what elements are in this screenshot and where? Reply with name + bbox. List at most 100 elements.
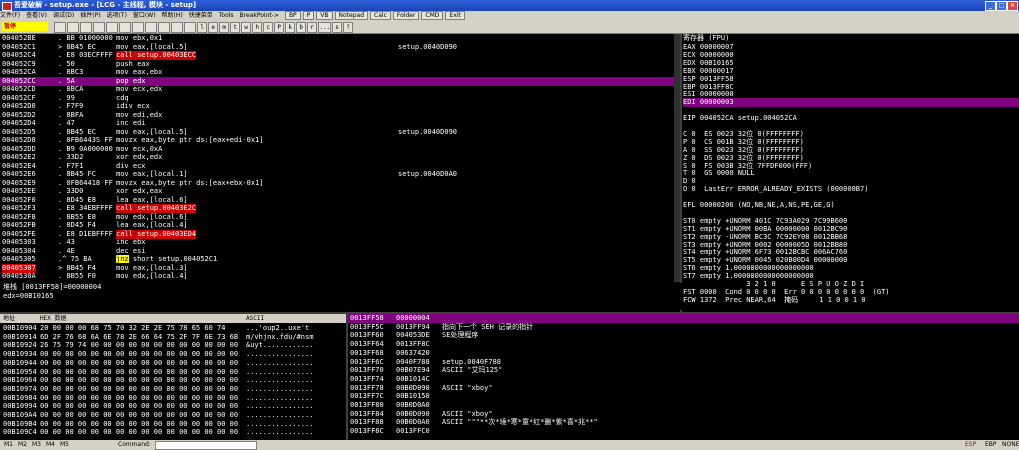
stack-address: 0013FF88 [350,418,384,427]
stack-row[interactable]: 0013FF60 004053DE SE处理程序 [348,331,1019,340]
window-button[interactable]: b [296,22,307,33]
stack-value: 00B0D0A0 [396,401,430,409]
disassembly-pane[interactable]: 004052BE. BB 01000000 mov ebx,0x1 004052C1… [0,34,680,282]
memory-tab[interactable]: M1 [4,440,13,450]
stack-row[interactable]: 0013FF70 00B07E94 ASCII "艾玛125" [348,366,1019,375]
tool-button[interactable]: BP [284,11,301,20]
stack-row[interactable]: 0013FF74 00B1014C [348,375,1019,384]
run-to-return-icon[interactable] [171,22,184,33]
dump-row[interactable]: 00B10964 00 00 00 00 00 00 00 00 00 00 00… [0,376,346,385]
dump-col-address[interactable]: 地址 [3,314,15,323]
dump-row[interactable]: 00B10924 26 75 79 74 00 00 00 00 00 00 00… [0,341,346,350]
window-button[interactable]: s [332,22,343,33]
menu-item[interactable]: 快捷菜单 [189,12,213,19]
stack-row[interactable]: 0013FF7C 00B10150 [348,392,1019,401]
registers-pane[interactable]: 寄存器 (FPU) EAX 00000007 ECX 00000000 EDX 00… [683,34,1019,314]
window-button[interactable]: c [263,22,274,33]
dump-row[interactable]: 00B109A4 00 00 00 00 00 00 00 00 00 00 00… [0,411,346,420]
dump-row[interactable]: 00B10984 00 00 00 00 00 00 00 00 00 00 00… [0,394,346,403]
status-esp[interactable]: ESP [965,440,976,450]
menu-item[interactable]: 查看(V) [26,12,47,19]
stack-row[interactable]: 0013FF78 00B0D090 ASCII "xboy" [348,384,1019,393]
stack-row[interactable]: 0013FF6C 0040F788 setup.0040F788 [348,358,1019,367]
stack-pane[interactable]: 0013FF58 00000004 0013FF5C 0013FF94 指向下一个 SE… [348,314,1019,440]
window-button[interactable]: h [252,22,263,33]
open-icon[interactable] [54,22,67,33]
dump-row[interactable]: 00B10994 00 00 00 00 00 00 00 00 00 00 00… [0,402,346,411]
status-ebp[interactable]: EBP [985,440,997,450]
dump-row[interactable]: 00B109C4 00 00 00 00 00 00 00 00 00 00 00… [0,428,346,437]
minimize-button[interactable]: _ [985,1,996,11]
menu-item[interactable]: 插件(P) [80,12,100,19]
dump-ascii: ................ [246,411,314,419]
memory-tab[interactable]: M2 [18,440,27,450]
menu-item[interactable]: 选项(T) [107,12,127,19]
dump-hex: 00 00 00 00 00 00 00 00 00 00 00 00 00 0… [40,384,239,393]
stack-address: 0013FF64 [350,340,384,349]
window-button[interactable]: P [274,22,285,33]
tool-button[interactable]: CMD [421,11,444,20]
menu-item[interactable]: BreakPoint-> [240,12,279,19]
close-button[interactable]: × [1007,1,1018,11]
disasm-row[interactable]: 0040530A . 8B55 F0 mov edx,[local.4] [0,272,680,281]
stack-value: 0013FFC0 [396,427,430,436]
window-button[interactable]: k [285,22,296,33]
dump-ascii: ................ [246,367,314,376]
stack-row[interactable]: 0013FF80 00B0D0A0 [348,401,1019,410]
tool-button[interactable]: Exit [445,11,465,20]
menu-item[interactable]: 帮助(H) [162,12,183,19]
window-button[interactable]: e [208,22,219,33]
command-input[interactable] [155,441,257,450]
dump-row[interactable]: 00B10904 20 00 00 00 68 75 70 32 2E 2E 75… [0,324,346,333]
dump-row[interactable]: 00B10954 00 00 00 00 00 00 00 00 00 00 00… [0,368,346,377]
window-button[interactable]: m [219,22,230,33]
memory-tab[interactable]: M4 [46,440,55,450]
memory-tab[interactable]: M5 [60,440,69,450]
window-button[interactable]: l [197,22,208,33]
dump-row[interactable]: 00B10944 00 00 00 00 00 00 00 00 00 00 00… [0,359,346,368]
window-button[interactable]: t [230,22,241,33]
tool-button[interactable]: Notepad [334,11,369,20]
trace-over-icon[interactable] [158,22,171,33]
register-line[interactable]: FCW 1372 Prec NEAR,64 掩码 1 1 0 0 1 0 [683,296,1019,305]
close-icon[interactable] [80,22,93,33]
dump-hex: 00 00 00 00 00 00 00 00 00 00 00 00 00 0… [40,393,239,402]
memory-dump-pane[interactable]: 地址 HEX 数据 ASCII 00B10904 20 00 00 00 68 7… [0,314,346,440]
step-over-icon[interactable] [132,22,145,33]
menu-item[interactable]: 调试(D) [53,12,74,19]
dump-row[interactable]: 00B10934 00 00 00 00 00 00 00 00 00 00 00… [0,350,346,359]
stack-row[interactable]: 0013FF58 00000004 [348,314,1019,323]
tool-button[interactable]: VB [316,11,333,20]
maximize-button[interactable]: □ [996,1,1007,11]
tool-button[interactable]: P [302,11,315,20]
status-none[interactable]: NONE [1002,440,1019,450]
pause-icon[interactable] [106,22,119,33]
dump-col-ascii[interactable]: ASCII [246,314,264,323]
dump-col-hex[interactable]: HEX 数据 [40,314,66,323]
window-button[interactable]: r [307,22,318,33]
run-icon[interactable] [93,22,106,33]
stack-row[interactable]: 0013FF8C 0013FFC0 [348,427,1019,436]
trace-into-icon[interactable] [145,22,158,33]
step-into-icon[interactable] [119,22,132,33]
menu-item[interactable]: 文件(F) [0,12,20,19]
window-button[interactable]: ? [343,22,354,33]
window-button[interactable]: ... [318,22,332,33]
stack-row[interactable]: 0013FF88 00B0D0A0 ASCII """**次*境*寒*童*红*删*紫… [348,418,1019,427]
menu-item[interactable]: 窗口(W) [133,12,156,19]
dump-row[interactable]: 00B10914 6D 2F 76 68 6A 6E 78 2E 66 64 75… [0,333,346,342]
stack-row[interactable]: 0013FF64 0013FF8C [348,340,1019,349]
stack-row[interactable]: 0013FF68 00637420 [348,349,1019,358]
restart-icon[interactable] [67,22,80,33]
vertical-splitter[interactable] [680,34,682,314]
window-button[interactable]: w [241,22,252,33]
dump-address: 00B10934 [3,350,37,359]
memory-tab[interactable]: M3 [32,440,41,450]
dump-row[interactable]: 00B10974 00 00 00 00 00 00 00 00 00 00 00… [0,385,346,394]
menu-item[interactable]: Tools [219,12,234,19]
tool-button[interactable]: Folder [392,11,420,20]
tool-button[interactable]: Calc [370,11,391,20]
dump-row[interactable]: 00B109B4 00 00 00 00 00 00 00 00 00 00 00… [0,420,346,429]
goto-icon[interactable] [184,22,197,33]
stack-comment: SE处理程序 [442,331,479,340]
